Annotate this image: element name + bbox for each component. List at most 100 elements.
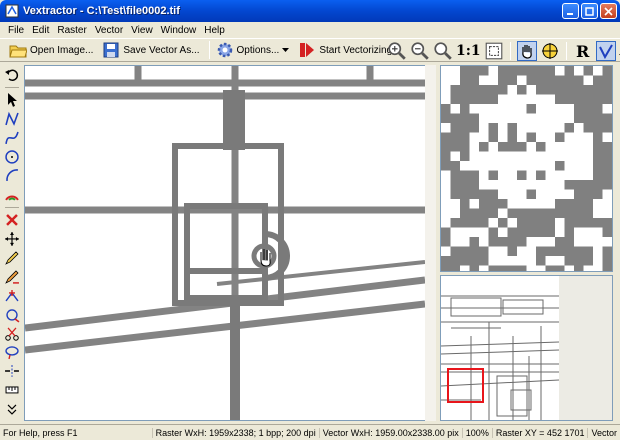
raster-pixel [555,246,565,256]
raster-pixel [460,189,470,199]
raster-pixel [526,189,536,199]
raster-pixel [602,75,612,85]
pixel-preview-panel[interactable] [440,65,613,272]
raster-pixel [450,246,460,256]
raster-pixel [593,85,603,95]
raster-pixel [460,104,470,114]
raster-mode-button[interactable]: R [573,41,593,61]
app-icon [5,4,19,18]
raster-pixel [507,123,517,133]
scroll-down-icon[interactable] [4,401,20,417]
raster-pixel [545,208,555,218]
raster-pixel [564,256,574,266]
add-node-icon[interactable] [4,288,20,304]
dropdown-icon[interactable] [282,47,290,53]
raster-pixel [460,85,470,95]
delete-icon[interactable] [4,212,20,228]
raster-pixel [479,142,489,152]
eraser-pencil-icon[interactable] [4,269,20,285]
circle-icon[interactable] [4,149,20,165]
polyline-icon[interactable] [4,111,20,127]
status-bar: For Help, press F1 Raster WxH: 1959x2338… [0,424,620,440]
raster-pixel [450,142,460,152]
raster-pixel [583,246,593,256]
raster-pixel [507,132,517,142]
overview-panel[interactable] [440,275,613,421]
raster-pixel [450,132,460,142]
undo-icon[interactable] [4,66,20,82]
hand-tool-button[interactable] [516,41,537,61]
scissors-icon[interactable] [4,326,20,342]
raster-pixel [564,66,574,76]
overview-map [441,276,612,420]
menu-window[interactable]: Window [157,25,201,36]
raster-pixel [602,227,612,237]
crosshair-icon [541,43,558,59]
raster-pixel [574,85,584,95]
raster-pixel [488,265,498,271]
rainbow-arc-icon[interactable] [4,186,20,202]
menu-view[interactable]: View [127,25,157,36]
raster-pixel [545,218,555,228]
raster-pixel [450,189,460,199]
options-button[interactable]: Options... [213,40,293,60]
rotate-node-icon[interactable] [4,307,20,323]
raster-pixel [602,180,612,190]
open-image-button[interactable]: Open Image... [6,40,96,60]
zoom-in-icon[interactable] [387,41,407,61]
raster-pixel [460,113,470,123]
raster-pixel [564,94,574,104]
crosshair-tool-button[interactable] [540,41,560,61]
raster-pixel [593,104,603,114]
pencil-icon[interactable] [4,250,20,266]
menu-raster[interactable]: Raster [53,25,90,36]
raster-pixel [526,75,536,85]
zoom-fit-icon[interactable] [433,41,453,61]
zoom-out-icon[interactable] [410,41,430,61]
menu-vector[interactable]: Vector [91,25,127,36]
tool-separator [5,86,19,88]
title-bar: Vextractor - C:\Test\file0002.tif [0,0,620,22]
hand-icon [521,45,532,59]
raster-pixel [593,113,603,123]
raster-pixel [507,237,517,247]
close-button[interactable] [600,3,617,19]
raster-pixel [479,218,489,228]
raster-view[interactable] [24,65,436,421]
lasso-icon[interactable] [4,344,20,360]
raster-pixel [498,142,508,152]
maximize-button[interactable] [581,3,598,19]
status-zoom: 100% [463,427,493,438]
raster-pixel [488,123,498,133]
raster-pixel [460,218,470,228]
save-vector-button[interactable]: Save Vector As... [99,40,202,60]
zoom-window-icon[interactable] [484,41,504,61]
menu-file[interactable]: File [4,25,28,36]
raster-pixel [526,132,536,142]
move-icon[interactable] [4,231,20,247]
raster-pixel [545,66,555,76]
raster-pixel [469,208,479,218]
raster-pixel [479,85,489,95]
ruler-icon[interactable] [4,382,20,398]
start-vectorizing-button[interactable]: Start Vectorizing [295,40,395,60]
raster-pixel [441,104,451,114]
select-arrow-icon[interactable] [4,92,20,108]
raster-pixel [450,113,460,123]
split-line-icon[interactable] [4,363,20,379]
menu-help[interactable]: Help [200,25,229,36]
curve-icon[interactable] [4,130,20,146]
zoom-one-to-one-button[interactable]: 1:1 [456,43,481,59]
raster-pixel [507,265,517,271]
raster-pixel [441,237,451,247]
raster-pixel [536,75,546,85]
raster-pixel [469,218,479,228]
raster-pixel [583,218,593,228]
vector-mode-button[interactable] [595,41,616,61]
raster-pixel [545,85,555,95]
vertical-scrollbar[interactable] [425,65,436,421]
raster-pixel [441,151,451,161]
menu-edit[interactable]: Edit [28,25,53,36]
arc-icon[interactable] [4,167,20,183]
minimize-button[interactable] [562,3,579,19]
